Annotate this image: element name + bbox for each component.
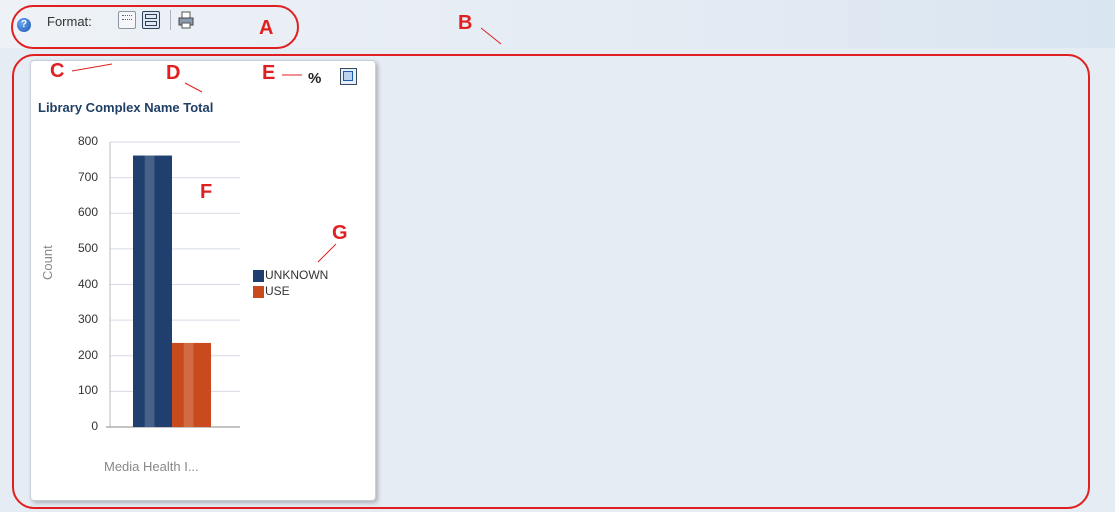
x-category-label: Media Health I...: [104, 459, 199, 474]
legend-swatch-unknown: [253, 269, 264, 282]
legend-swatch-use: [253, 285, 264, 298]
y-tick-label: 800: [77, 134, 98, 148]
y-tick-label: 300: [77, 312, 98, 327]
y-tick-label: 700: [77, 169, 98, 184]
y-tick-label: 0: [91, 419, 98, 433]
bar-highlight: [144, 155, 155, 427]
y-tick-label: 600: [77, 205, 98, 220]
y-axis-label: Count: [40, 245, 55, 280]
bar-highlight: [183, 342, 194, 427]
legend-label-use: USE: [265, 284, 290, 298]
legend-item-unknown: UNKNOWN: [253, 268, 328, 282]
legend-item-use: USE: [253, 284, 290, 298]
y-tick-label: 100: [77, 383, 98, 398]
y-tick-label: 400: [77, 276, 98, 291]
chart-bars: [133, 155, 211, 427]
y-tick-label: 200: [77, 347, 98, 362]
y-tick-label: 500: [77, 240, 98, 255]
legend-label-unknown: UNKNOWN: [265, 268, 329, 282]
bar-chart: [106, 141, 240, 428]
